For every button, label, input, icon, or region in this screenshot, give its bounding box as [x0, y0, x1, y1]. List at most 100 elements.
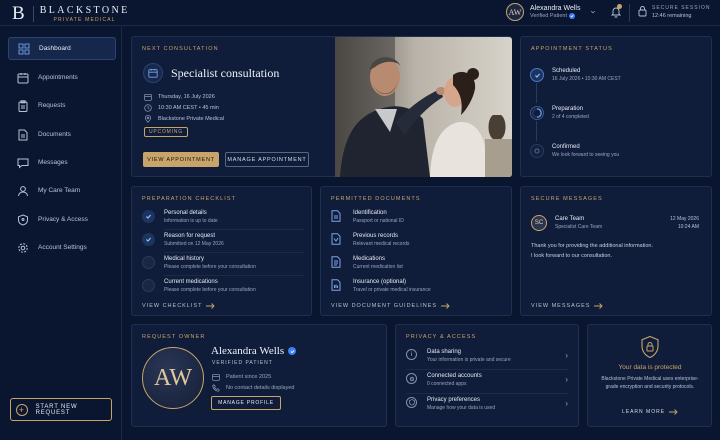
preparation-checklist-card: PREPARATION CHECKLIST Personal details In…: [131, 186, 312, 316]
status-step-detail: 2 of 4 completed: [552, 114, 589, 120]
privacy-item-title: Connected accounts: [427, 373, 482, 379]
sidebar-item-requests[interactable]: Requests: [8, 94, 116, 117]
arrow-right-icon: [441, 303, 450, 309]
card-title: PRIVACY & ACCESS: [406, 334, 477, 340]
brand-logo[interactable]: B BLACKSTONE PRIVATE MEDICAL: [12, 3, 130, 25]
appointment-status-card: APPOINTMENT STATUS Scheduled 16 July 202…: [520, 36, 712, 177]
avatar: AW: [506, 3, 524, 21]
sidebar-item-dashboard[interactable]: Dashboard: [8, 37, 116, 60]
document-item-detail: Passport or national ID: [353, 218, 404, 224]
divider: [406, 369, 568, 370]
message-sender[interactable]: Care Team Specialist Care Team: [555, 216, 602, 230]
privacy-item-detail: Your information is private and secure: [427, 357, 511, 363]
sidebar-item-documents[interactable]: Documents: [8, 123, 116, 146]
sidebar: Dashboard Appointments Requests Document…: [0, 27, 122, 440]
checklist-item[interactable]: Reason for request Submitted on 12 May 20…: [142, 233, 224, 247]
timeline-connector: [536, 121, 537, 141]
privacy-item-connected-accounts[interactable]: Connected accounts 0 connected apps ›: [406, 373, 568, 387]
user-status-label: Verified Patient: [530, 13, 567, 19]
divider: [164, 252, 304, 253]
checklist-item-detail: Submitted on 12 May 2026: [164, 241, 224, 247]
sidebar-item-privacy[interactable]: Privacy & Access: [8, 208, 116, 231]
manage-appointment-button[interactable]: MANAGE APPOINTMENT: [225, 152, 309, 167]
checklist-item[interactable]: Medical history Please complete before yo…: [142, 256, 256, 270]
checklist-item-title: Current medications: [164, 279, 218, 285]
user-menu[interactable]: AW Alexandra Wells Verified Patient: [506, 3, 596, 21]
consultation-time-text: 10:30 AM CEST • 45 min: [158, 105, 219, 111]
message-date: 12 May 2026: [670, 216, 699, 222]
message-sender-name: Care Team: [555, 216, 585, 222]
checklist-item-detail: Please complete before your consultation: [164, 264, 256, 270]
privacy-item-data-sharing[interactable]: i Data sharing Your information is privat…: [406, 349, 568, 363]
message-preview[interactable]: Thank you for providing the additional i…: [531, 241, 653, 261]
checklist-item-title: Personal details: [164, 210, 207, 216]
shield-lock-icon: [640, 335, 660, 359]
card-title: APPOINTMENT STATUS: [531, 46, 613, 52]
document-item[interactable]: Identification Passport or national ID: [331, 210, 404, 224]
privacy-item-preferences[interactable]: Privacy preferences Manage how your data …: [406, 397, 568, 411]
logo-divider: [32, 6, 34, 22]
avatar: SC: [531, 215, 547, 231]
learn-more-link[interactable]: LEARN MORE: [588, 409, 712, 415]
session-time: 12:46 remaining: [652, 13, 692, 19]
document-item-title: Identification: [353, 210, 387, 216]
manage-profile-button[interactable]: MANAGE PROFILE: [211, 396, 281, 410]
info-icon: i: [406, 349, 417, 360]
view-messages-link[interactable]: VIEW MESSAGES: [531, 303, 604, 309]
view-document-guidelines-link[interactable]: VIEW DOCUMENT GUIDELINES: [331, 303, 450, 309]
next-consultation-card: NEXT CONSULTATION Specialist consultatio…: [131, 36, 512, 177]
protected-text: Blackstone Private Medical uses enterpri…: [601, 376, 699, 390]
sidebar-item-appointments[interactable]: Appointments: [8, 66, 116, 89]
message-sender-role: Specialist Care Team: [555, 224, 603, 230]
avatar: AW: [142, 347, 204, 409]
brand-name: BLACKSTONE: [39, 5, 130, 16]
sidebar-item-label: Account Settings: [38, 244, 87, 251]
consultation-photo: [335, 37, 512, 177]
status-step-detail: We look forward to seeing you: [552, 152, 620, 158]
check-icon: [530, 68, 544, 82]
calendar-icon: [17, 72, 29, 84]
shield-icon: [406, 397, 417, 408]
message-icon: [17, 157, 29, 169]
link-label: VIEW DOCUMENT GUIDELINES: [331, 303, 438, 309]
privacy-item-title: Data sharing: [427, 349, 462, 355]
verified-icon: [288, 347, 297, 355]
timeline-connector: [536, 83, 537, 103]
secure-messages-card: SECURE MESSAGES SC Care Team Specialist …: [520, 186, 712, 316]
notifications-button[interactable]: [611, 4, 622, 18]
clock-icon: [144, 104, 152, 112]
consultation-date: Thursday, 16 July 2026: [144, 93, 215, 101]
sidebar-item-messages[interactable]: Messages: [8, 151, 116, 174]
owner-contact: No contact details displayed: [212, 384, 294, 392]
privacy-access-card: PRIVACY & ACCESS i Data sharing Your info…: [395, 324, 579, 427]
document-item[interactable]: Medications Current medication list: [331, 256, 403, 270]
owner-name-text: Alexandra Wells: [211, 345, 285, 357]
sidebar-item-settings[interactable]: Account Settings: [8, 236, 116, 259]
user-name: Alexandra Wells: [530, 5, 581, 12]
pending-circle-icon: [530, 144, 544, 158]
divider: [406, 393, 568, 394]
document-item[interactable]: Previous records Relevant medical records: [331, 233, 409, 247]
status-step-confirmed: Confirmed We look forward to seeing you: [530, 144, 619, 158]
permitted-documents-card: PERMITTED DOCUMENTS Identification Passpo…: [320, 186, 512, 316]
message-preview-line: Thank you for providing the additional i…: [531, 243, 653, 249]
start-new-request-button[interactable]: + START NEW REQUEST: [10, 398, 112, 421]
insurance-document-icon: [331, 279, 344, 292]
sidebar-item-label: Appointments: [38, 74, 78, 81]
checklist-item-title: Medical history: [164, 256, 205, 262]
sidebar-item-care-team[interactable]: My Care Team: [8, 179, 116, 202]
document-item-title: Insurance (optional): [353, 279, 407, 285]
arrow-right-icon: [669, 409, 678, 415]
checklist-item[interactable]: Personal details Information is up to dat…: [142, 210, 218, 224]
checklist-item[interactable]: Current medications Please complete befor…: [142, 279, 256, 293]
owner-contact-text: No contact details displayed: [226, 385, 295, 391]
view-checklist-link[interactable]: VIEW CHECKLIST: [142, 303, 216, 309]
request-owner-card: REQUEST OWNER AW Alexandra Wells VERIFIE…: [131, 324, 387, 427]
message-timestamp: 12 May 2026 10:24 AM: [670, 216, 699, 230]
dashboard-icon: [18, 43, 30, 55]
document-icon: [17, 129, 29, 141]
card-title: PERMITTED DOCUMENTS: [331, 196, 421, 202]
document-item[interactable]: Insurance (optional) Travel or private me…: [331, 279, 431, 293]
view-appointment-button[interactable]: VIEW APPOINTMENT: [143, 152, 219, 167]
document-item-detail: Travel or private medical insurance: [353, 287, 431, 293]
